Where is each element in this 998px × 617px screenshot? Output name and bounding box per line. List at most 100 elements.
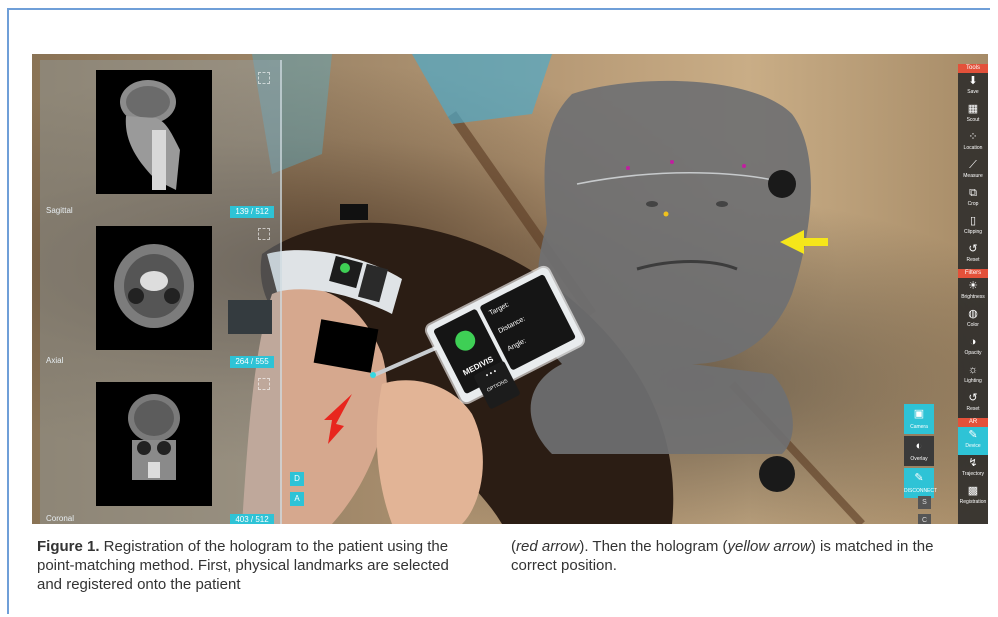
- mini-panel: ▣ Camera ◐ Overlay ✎ DISCONNECT: [904, 404, 938, 500]
- ar-label: Registration: [959, 499, 987, 505]
- figure-label: Figure 1.: [37, 538, 100, 555]
- filters-header: Filters: [958, 269, 988, 278]
- ct-slice-count-sagittal: 139 / 512: [230, 206, 274, 218]
- mini-button-c[interactable]: C: [918, 514, 931, 524]
- ct-label-sagittal: Sagittal: [46, 206, 73, 215]
- ct-viewer-panel: Sagittal 139 / 512 Axial 264 / 555 Coron…: [40, 60, 282, 524]
- reset-icon: ↺: [968, 392, 978, 404]
- ct-view-sagittal[interactable]: Sagittal 139 / 512: [40, 70, 280, 220]
- ct-view-coronal[interactable]: Coronal 403 / 512: [40, 376, 280, 524]
- ct-view-axial[interactable]: Axial 264 / 555: [40, 226, 280, 376]
- filter-label: Color: [967, 322, 979, 328]
- status-dot-icon: [451, 327, 479, 355]
- expand-icon[interactable]: [258, 378, 270, 390]
- clipping-icon: ▯: [969, 215, 977, 227]
- ar-trajectory[interactable]: ↯ Trajectory: [958, 455, 988, 483]
- ct-axial-scan: [114, 244, 194, 328]
- hologram-landmark: [670, 160, 674, 164]
- overlay-label: Overlay: [910, 456, 928, 462]
- filter-lighting[interactable]: ☼ Lighting: [958, 362, 988, 390]
- tool-label: Reset: [966, 257, 980, 263]
- blue-drape: [412, 54, 552, 124]
- ar-device[interactable]: ✎ Device: [958, 427, 988, 455]
- hologram-eye: [716, 201, 728, 207]
- lighting-icon: ☼: [967, 364, 979, 376]
- grid-icon: ▦: [967, 103, 979, 115]
- ct-slice-count-coronal: 403 / 512: [230, 514, 274, 524]
- filter-label: Lighting: [964, 378, 982, 384]
- trajectory-icon: ↯: [968, 457, 978, 469]
- ar-registration[interactable]: ▩ Registration: [958, 483, 988, 511]
- ct-coronal-scan: [128, 394, 180, 480]
- right-toolbar: Tools ⬇ Save ▦ Scout ⁘ Location ⟋ Measure ⧉ C…: [958, 64, 988, 524]
- filter-brightness[interactable]: ☀ Brightness: [958, 278, 988, 306]
- tool-label: Measure: [963, 173, 983, 179]
- caption-red-arrow: red arrow: [516, 538, 580, 555]
- disconnect-label: DISCONNECT: [904, 488, 938, 494]
- camera-icon: ▣: [913, 408, 925, 420]
- angle-label: Angle:: [506, 337, 528, 353]
- bracket: [340, 204, 368, 220]
- tool-measure[interactable]: ⟋ Measure: [958, 157, 988, 185]
- hologram-head: [530, 80, 811, 454]
- filter-color[interactable]: ◍ Color: [958, 306, 988, 334]
- overlay-button[interactable]: ◐ Overlay: [904, 436, 934, 466]
- filter-label: Reset: [966, 406, 980, 412]
- ct-label-coronal: Coronal: [46, 514, 75, 523]
- figure-caption-right: (red arrow). Then the hologram (yellow a…: [511, 537, 971, 575]
- mini-button-s[interactable]: S: [918, 496, 931, 509]
- expand-icon[interactable]: [258, 228, 270, 240]
- disconnect-icon: ✎: [914, 472, 924, 484]
- ar-label: Device: [965, 443, 981, 449]
- disconnect-button[interactable]: ✎ DISCONNECT: [904, 468, 938, 498]
- stylus-tip: [370, 372, 376, 378]
- hologram-landmark: [663, 211, 669, 217]
- figure-photo: MEDIVIS Target: Distance: Angle: • • • O…: [32, 54, 988, 524]
- puck: [768, 170, 796, 198]
- figure-caption-left: Figure 1. Registration of the hologram t…: [37, 537, 457, 594]
- tool-save[interactable]: ⬇ Save: [958, 73, 988, 101]
- registration-icon: ▩: [967, 485, 979, 497]
- caption-text-left: Registration of the hologram to the pati…: [37, 538, 449, 593]
- hologram-landmark: [742, 164, 746, 168]
- distance-label: Distance:: [497, 315, 527, 336]
- tool-label: Save: [967, 89, 979, 95]
- opacity-icon: ◑: [969, 336, 977, 348]
- tools-header: Tools: [958, 64, 988, 73]
- tool-label: Crop: [967, 201, 979, 207]
- caption-yellow-arrow: yellow arrow: [727, 538, 811, 555]
- filter-label: Opacity: [964, 350, 982, 356]
- download-icon: ⬇: [968, 75, 978, 87]
- hologram-landmark: [626, 166, 630, 170]
- tool-label: Clipping: [963, 229, 983, 235]
- target-label: Target:: [488, 301, 511, 318]
- view-button-a[interactable]: A: [290, 492, 304, 506]
- headband-marker-dot: [340, 263, 350, 273]
- tool-clipping[interactable]: ▯ Clipping: [958, 213, 988, 241]
- color-icon: ◍: [968, 308, 978, 320]
- puck: [759, 456, 795, 492]
- tool-label: Location: [963, 145, 983, 151]
- tool-reset[interactable]: ↺ Reset: [958, 241, 988, 269]
- tool-label: Scout: [966, 117, 980, 123]
- view-button-d[interactable]: D: [290, 472, 304, 486]
- caption-text-mid: ). Then the hologram (: [579, 538, 728, 555]
- ct-label-axial: Axial: [46, 356, 64, 365]
- brightness-icon: ☀: [968, 280, 978, 292]
- tool-scout[interactable]: ▦ Scout: [958, 101, 988, 129]
- filter-label: Brightness: [961, 294, 985, 300]
- device-icon: ✎: [968, 429, 978, 441]
- ar-label: Trajectory: [961, 471, 985, 477]
- tool-crop[interactable]: ⧉ Crop: [958, 185, 988, 213]
- reset-icon: ↺: [968, 243, 978, 255]
- filter-opacity[interactable]: ◑ Opacity: [958, 334, 988, 362]
- filter-reset[interactable]: ↺ Reset: [958, 390, 988, 418]
- camera-label: Camera: [910, 424, 928, 430]
- ct-sagittal-scan: [120, 80, 180, 190]
- camera-button[interactable]: ▣ Camera: [904, 404, 934, 434]
- hologram-eye: [646, 201, 658, 207]
- expand-icon[interactable]: [258, 72, 270, 84]
- ruler-icon: ⟋: [969, 159, 977, 171]
- overlay-icon: ◐: [915, 440, 923, 452]
- tool-location[interactable]: ⁘ Location: [958, 129, 988, 157]
